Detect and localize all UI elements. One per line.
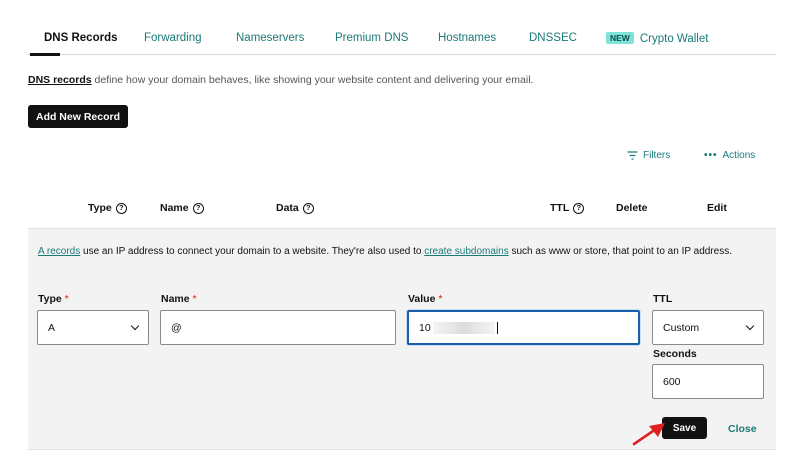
required-mark: * (192, 293, 197, 305)
chevron-down-icon (745, 321, 755, 330)
type-select[interactable]: A (37, 310, 149, 345)
help-icon[interactable]: ? (573, 202, 585, 214)
column-delete: Delete (616, 202, 648, 214)
intro-text: DNS records define how your domain behav… (28, 74, 534, 86)
add-new-record-button[interactable]: Add New Record (28, 105, 128, 128)
dns-records-link[interactable]: DNS records (28, 74, 92, 86)
help-icon[interactable]: ? (302, 202, 314, 214)
ttl-select[interactable]: Custom (652, 310, 764, 345)
column-edit: Edit (707, 202, 727, 214)
a-record-description: A records use an IP address to connect y… (38, 246, 732, 257)
help-icon[interactable]: ? (192, 202, 204, 214)
create-subdomains-link[interactable]: create subdomains (424, 246, 509, 257)
name-input[interactable]: @ (160, 310, 396, 345)
value-label: Value * (408, 293, 443, 305)
required-mark: * (64, 293, 69, 305)
actions-button[interactable]: ••• Actions (704, 150, 755, 161)
more-dots-icon: ••• (704, 150, 718, 161)
seconds-label: Seconds (653, 348, 697, 360)
column-ttl: TTL? (550, 202, 585, 214)
name-label: Name * (161, 293, 197, 305)
chevron-down-icon (130, 321, 140, 330)
text-cursor (496, 321, 498, 334)
tab-bar: DNS Records Forwarding Nameservers Premi… (28, 24, 776, 56)
ttl-label: TTL (653, 293, 673, 305)
column-name: Name? (160, 202, 204, 214)
close-button[interactable]: Close (728, 423, 757, 435)
redacted-value (432, 321, 495, 334)
seconds-input[interactable]: 600 (652, 364, 764, 399)
a-records-link[interactable]: A records (38, 246, 80, 257)
filter-icon (627, 151, 638, 160)
column-type: Type? (88, 202, 127, 214)
new-badge: NEW (606, 32, 634, 44)
tab-crypto-wallet-label: Crypto Wallet (639, 33, 709, 45)
column-data: Data? (276, 202, 314, 214)
help-icon[interactable]: ? (115, 202, 127, 214)
filters-button[interactable]: Filters (627, 150, 670, 161)
required-mark: * (438, 293, 443, 305)
type-label: Type * (38, 293, 69, 305)
value-input[interactable]: 10 (407, 310, 640, 345)
save-button[interactable]: Save (662, 417, 707, 439)
